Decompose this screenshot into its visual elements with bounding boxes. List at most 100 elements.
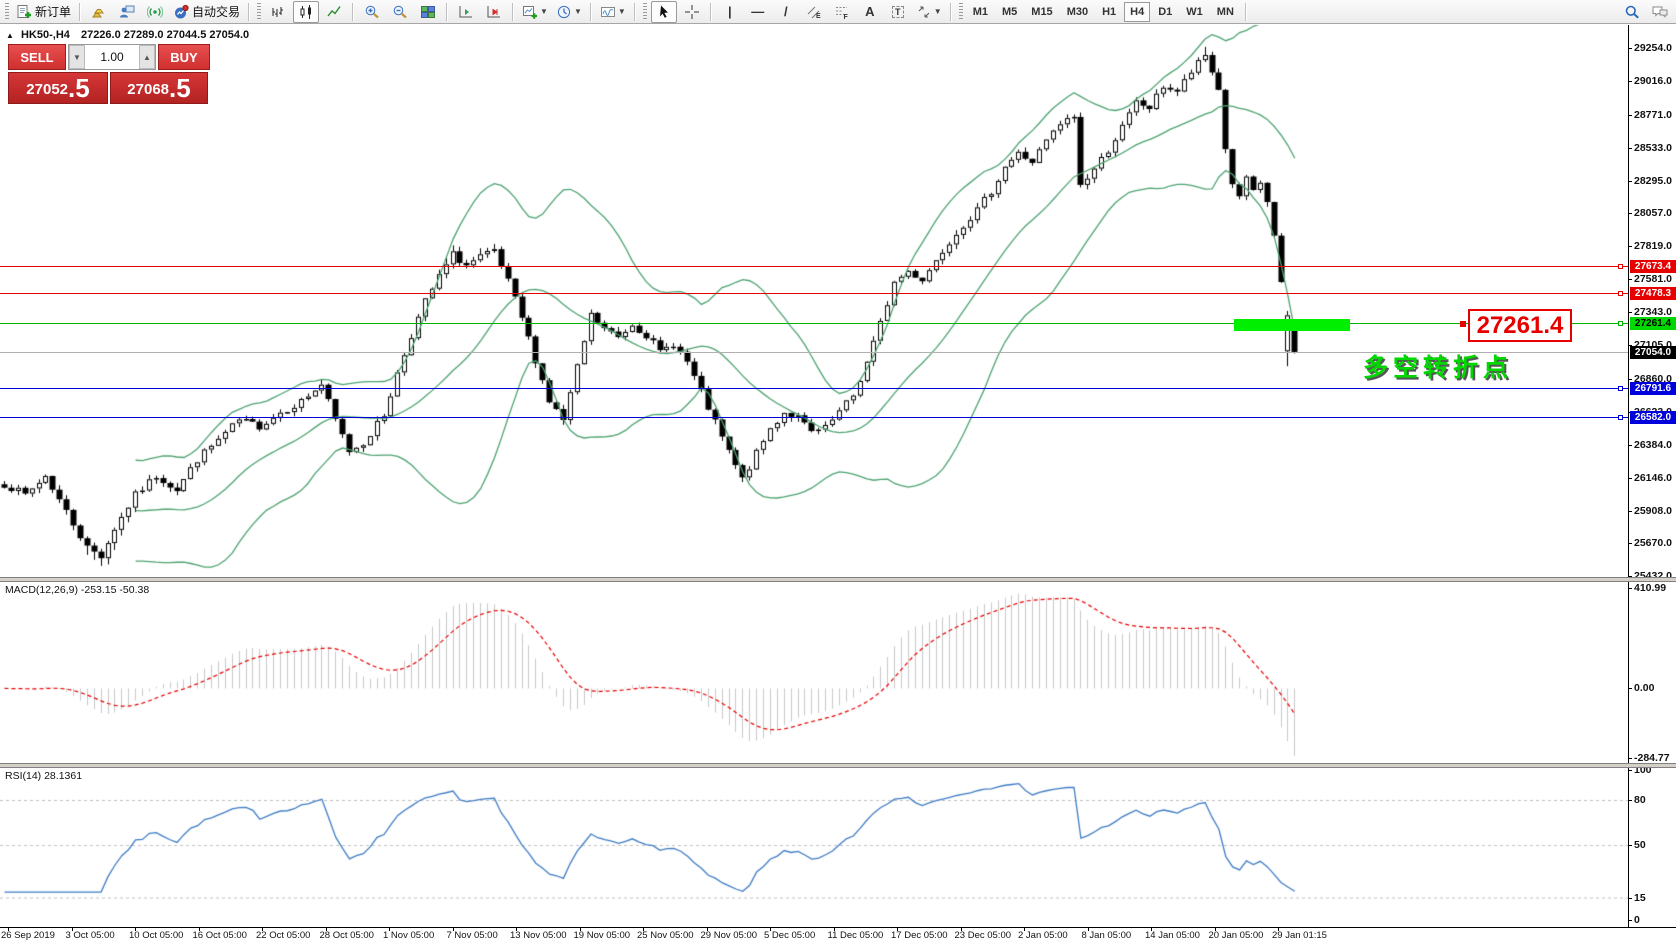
- toolbar-grip[interactable]: [959, 3, 963, 21]
- cursor-button[interactable]: [651, 1, 677, 23]
- buy-price-main: 27068: [127, 79, 169, 101]
- chat-button[interactable]: [1647, 1, 1673, 23]
- profiles-button[interactable]: ▼: [597, 1, 629, 23]
- vertical-line-button[interactable]: |: [717, 1, 743, 23]
- search-button[interactable]: [1619, 1, 1645, 23]
- ohlc-values: 27226.0 27289.0 27044.5 27054.0: [81, 29, 249, 41]
- bar-chart-button[interactable]: [265, 1, 291, 23]
- buy-price-fraction: .5: [169, 75, 191, 101]
- toolbar-separator: [710, 3, 712, 21]
- volume-input[interactable]: 1.00: [85, 45, 139, 69]
- zoom-out-button[interactable]: [387, 1, 413, 23]
- profiles-icon: [600, 4, 616, 20]
- gold-bar-button[interactable]: [86, 1, 112, 23]
- trendline-icon: /: [784, 4, 788, 20]
- terminal-window: 29254.029016.028771.028533.028295.028057…: [0, 0, 1676, 945]
- buy-button[interactable]: BUY: [158, 44, 210, 70]
- candlestick-chart-icon: [298, 4, 314, 20]
- timeframe-toolbar: M1M5M15M30H1H4D1W1MN: [966, 2, 1241, 22]
- sell-price-fraction: .5: [68, 75, 90, 101]
- time-axis-border: [0, 927, 1676, 928]
- new-order-label: 新订单: [35, 3, 71, 20]
- timeframe-mn[interactable]: MN: [1211, 2, 1240, 22]
- toolbar-separator: [352, 3, 354, 21]
- timeframe-h1[interactable]: H1: [1096, 2, 1122, 22]
- horizontal-line-icon: —: [751, 4, 764, 20]
- chart-title: ▲ HK50-,H4 27226.0 27289.0 27044.5 27054…: [6, 29, 249, 41]
- timeframe-m5[interactable]: M5: [996, 2, 1023, 22]
- volume-decrease-button[interactable]: ▼: [69, 45, 85, 69]
- text-label-button[interactable]: T: [885, 1, 911, 23]
- fibonacci-button[interactable]: F: [829, 1, 855, 23]
- line-chart-button[interactable]: [321, 1, 347, 23]
- sell-price-main: 27052: [26, 79, 68, 101]
- dropdown-caret: ▼: [540, 7, 548, 16]
- timeframe-h4[interactable]: H4: [1124, 2, 1150, 22]
- timeframe-w1[interactable]: W1: [1180, 2, 1209, 22]
- sell-button[interactable]: SELL: [8, 44, 66, 70]
- one-click-trading-panel: SELL ▼ 1.00 ▲ BUY 27052 .5 27068 .5: [8, 44, 210, 104]
- chart-shift-button[interactable]: [481, 1, 507, 23]
- toolbar-separator: [79, 3, 81, 21]
- trendline-button[interactable]: /: [773, 1, 799, 23]
- cursor-icon: [656, 4, 672, 20]
- tile-windows-icon: [420, 4, 436, 20]
- volume-increase-button[interactable]: ▲: [139, 45, 155, 69]
- timeframe-d1[interactable]: D1: [1152, 2, 1178, 22]
- tile-windows-button[interactable]: [415, 1, 441, 23]
- line-chart-icon: [326, 4, 342, 20]
- price-axis-border: [1628, 25, 1629, 927]
- signals-icon: [147, 4, 163, 20]
- auto-scroll-icon: [458, 4, 474, 20]
- highlight-price-callout[interactable]: 27261.4: [1468, 309, 1572, 342]
- svg-text:E: E: [816, 13, 821, 20]
- new-order-button[interactable]: 新订单: [13, 1, 74, 23]
- fibonacci-icon: F: [834, 4, 850, 20]
- crosshair-button[interactable]: [679, 1, 705, 23]
- auto-trading-button[interactable]: 自动交易: [170, 1, 243, 23]
- pane-splitter[interactable]: [0, 577, 1676, 582]
- new-order-icon: [16, 4, 32, 20]
- timeframe-m15[interactable]: M15: [1025, 2, 1058, 22]
- toolbar-grip[interactable]: [257, 3, 261, 21]
- channel-icon: E: [806, 4, 822, 20]
- callout-anchor-square: [1460, 321, 1466, 327]
- candlestick-chart-button[interactable]: [293, 1, 319, 23]
- crosshair-icon: [684, 4, 700, 20]
- collapse-objects-icon[interactable]: ▲: [6, 31, 14, 40]
- toolbar-grip[interactable]: [5, 3, 9, 21]
- toolbar-grip[interactable]: [643, 3, 647, 21]
- dropdown-caret: ▼: [574, 7, 582, 16]
- channel-button[interactable]: E: [801, 1, 827, 23]
- new-chart-button[interactable]: ▼: [519, 1, 551, 23]
- toolbar-separator: [1245, 3, 1247, 21]
- timeframe-m30[interactable]: M30: [1061, 2, 1094, 22]
- chat-icon: [1651, 4, 1669, 20]
- timeframe-m1[interactable]: M1: [967, 2, 994, 22]
- macd-indicator-label: MACD(12,26,9) -253.15 -50.38: [5, 584, 149, 596]
- vertical-line-icon: |: [728, 4, 732, 20]
- text-icon: A: [865, 4, 874, 20]
- pane-splitter[interactable]: [0, 763, 1676, 768]
- user-account-icon: [119, 4, 135, 20]
- buy-price-button[interactable]: 27068 .5: [110, 72, 208, 104]
- auto-trading-icon: [173, 4, 189, 20]
- auto-scroll-button[interactable]: [453, 1, 479, 23]
- period-button[interactable]: ▼: [553, 1, 585, 23]
- zoom-in-button[interactable]: [359, 1, 385, 23]
- toolbar-separator: [512, 3, 514, 21]
- toolbar: 新订单: [0, 0, 1676, 24]
- accounts-button[interactable]: [114, 1, 140, 23]
- signals-button[interactable]: [142, 1, 168, 23]
- search-icon: [1624, 4, 1640, 20]
- highlight-bar[interactable]: [1234, 319, 1350, 331]
- sell-price-button[interactable]: 27052 .5: [8, 72, 108, 104]
- horizontal-line-button[interactable]: —: [745, 1, 771, 23]
- text-button[interactable]: A: [857, 1, 883, 23]
- shapes-button[interactable]: ▼: [913, 1, 945, 23]
- dropdown-caret: ▼: [934, 7, 942, 16]
- toolbar-separator: [446, 3, 448, 21]
- chart-canvas[interactable]: [0, 0, 1676, 945]
- gold-bar-icon: [91, 4, 107, 20]
- turning-point-label[interactable]: 多空转折点: [1363, 348, 1513, 384]
